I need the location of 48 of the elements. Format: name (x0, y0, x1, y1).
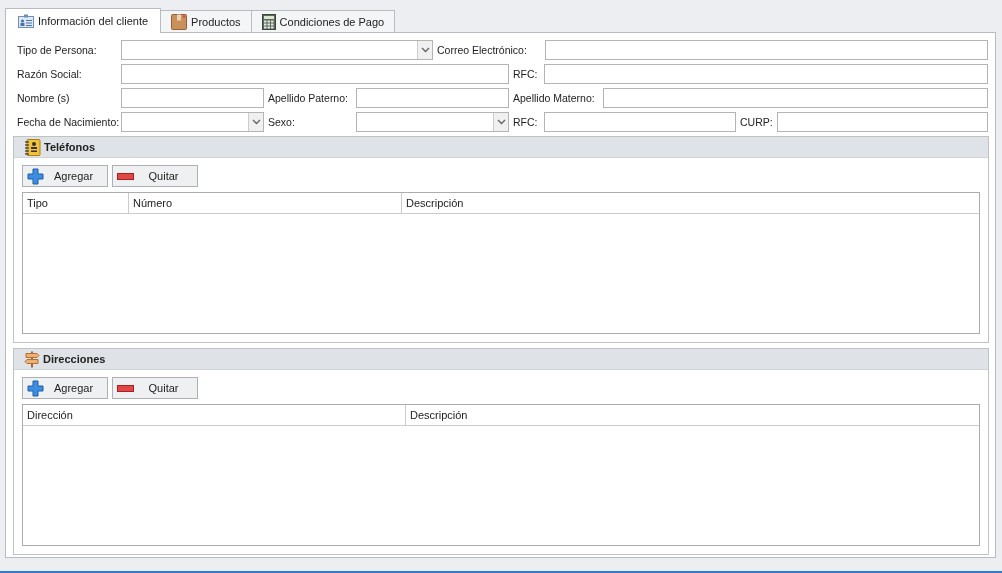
field-label: Nombre (s) (16, 92, 71, 104)
add-button[interactable]: Agregar (22, 377, 108, 399)
column-header[interactable]: Descripción (402, 193, 979, 213)
text-field[interactable] (544, 64, 988, 84)
column-header[interactable]: Dirección (23, 405, 406, 425)
tab[interactable]: Información del cliente (5, 8, 162, 33)
group-title: Teléfonos (44, 141, 96, 153)
text-field[interactable] (356, 88, 509, 108)
tab[interactable]: Productos (160, 10, 252, 32)
tab[interactable]: Condiciones de Pago (250, 10, 396, 32)
column-header[interactable]: Número (129, 193, 402, 213)
dropdown-field[interactable] (356, 112, 509, 132)
field-label: RFC: (512, 116, 539, 128)
dropdown-field[interactable] (121, 40, 433, 60)
column-header[interactable]: Descripción (406, 405, 979, 425)
field-label: RFC: (512, 68, 539, 80)
dropdown-field[interactable] (121, 112, 264, 132)
field-label: Sexo: (267, 116, 296, 128)
minus-icon (117, 172, 134, 180)
notebook-icon (24, 138, 41, 156)
text-field[interactable] (603, 88, 988, 108)
field-label: Tipo de Persona: (16, 44, 98, 56)
box-icon (171, 13, 188, 30)
text-field[interactable] (121, 88, 264, 108)
field-label: Razón Social: (16, 68, 83, 80)
text-field[interactable] (777, 112, 988, 132)
add-button[interactable]: Agregar (22, 165, 108, 187)
chevron-down-icon (420, 47, 430, 53)
remove-button[interactable]: Quitar (112, 165, 198, 187)
chevron-down-icon (251, 119, 261, 125)
text-field[interactable] (121, 64, 509, 84)
minus-icon (117, 384, 134, 392)
id-card-icon (18, 14, 34, 28)
field-label: Fecha de Nacimiento: (16, 116, 121, 128)
field-label: CURP: (739, 116, 774, 128)
column-header[interactable]: Tipo (23, 193, 129, 213)
field-label: Apellido Materno: (512, 92, 596, 104)
plus-icon (27, 167, 44, 185)
group-title: Direcciones (43, 353, 106, 365)
plus-icon (27, 379, 44, 397)
field-label: Apellido Paterno: (267, 92, 349, 104)
calculator-icon (261, 13, 276, 30)
remove-button[interactable]: Quitar (112, 377, 198, 399)
signpost-icon (24, 350, 40, 368)
text-field[interactable] (544, 112, 736, 132)
text-field[interactable] (545, 40, 988, 60)
field-label: Correo Electrónico: (436, 44, 528, 56)
chevron-down-icon (496, 119, 506, 125)
